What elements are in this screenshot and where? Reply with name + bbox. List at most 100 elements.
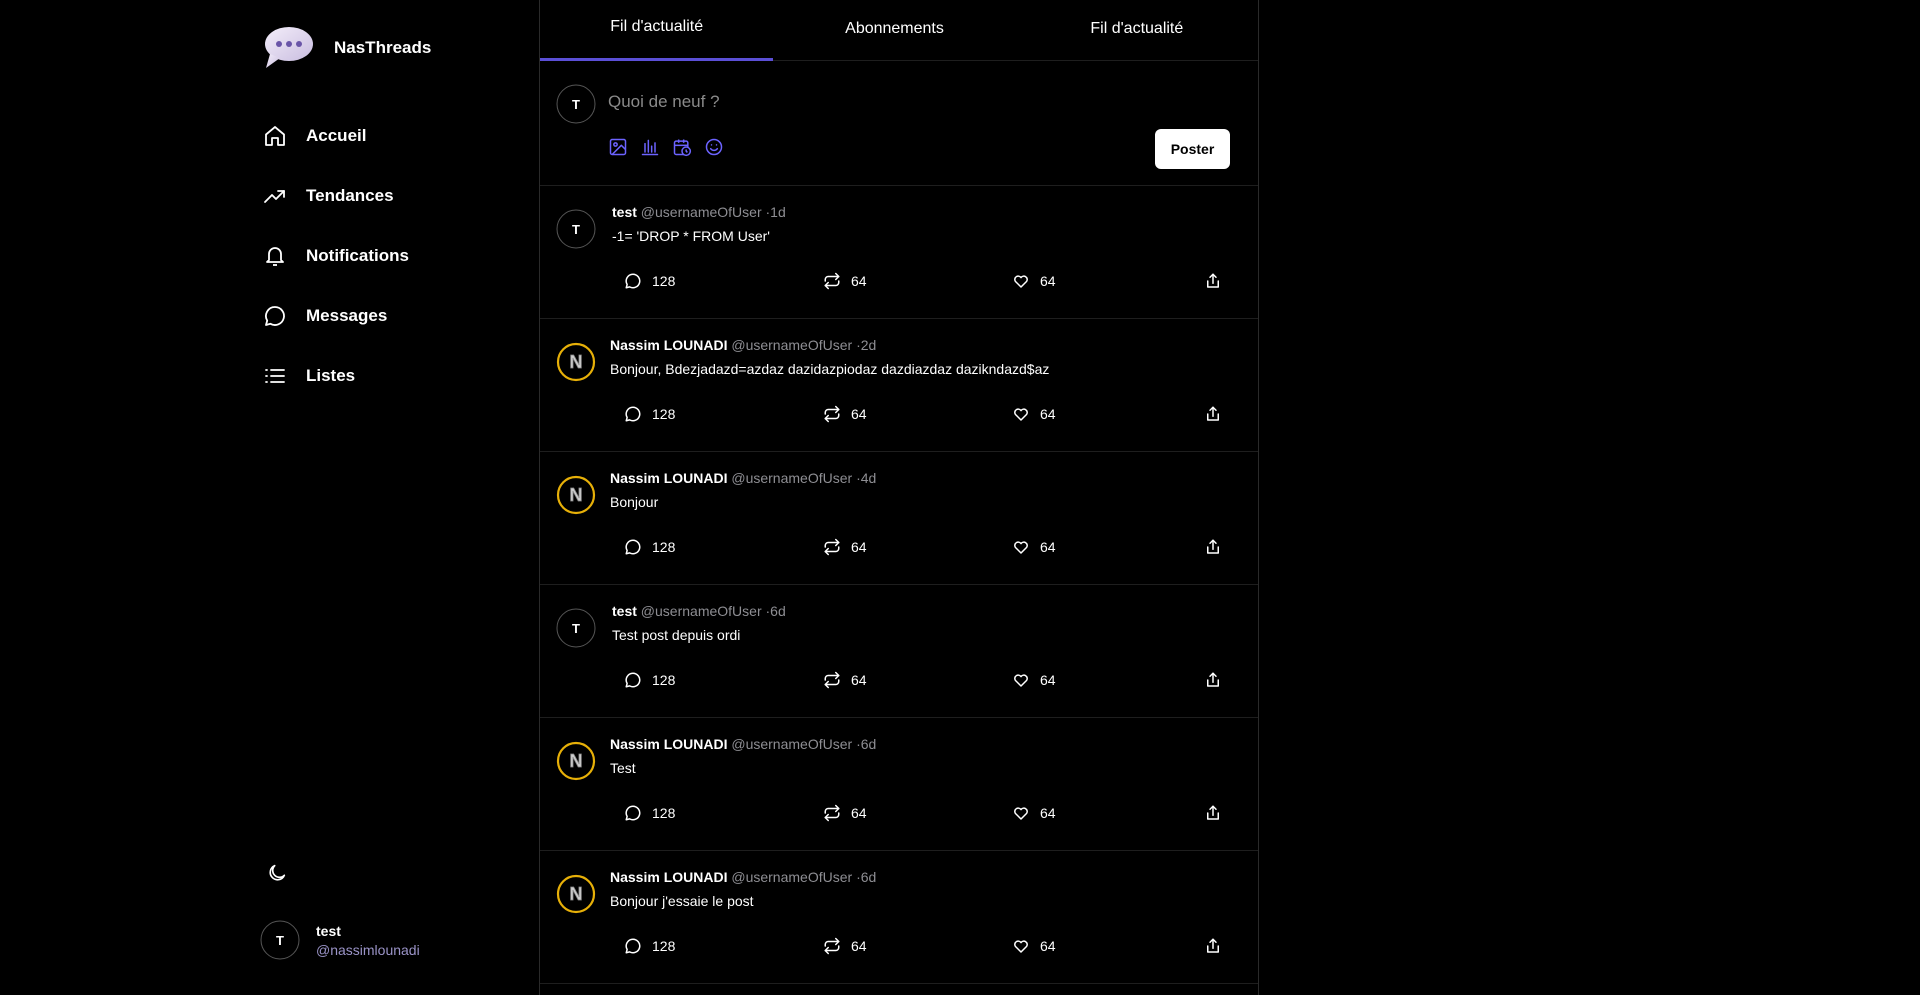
post-composer: T Quoi de neuf ? Poster: [540, 61, 1258, 186]
like-count: 64: [1040, 938, 1056, 954]
like-button[interactable]: 64: [1012, 937, 1056, 955]
repost-button[interactable]: 64: [823, 804, 867, 822]
sidebar-item-listes[interactable]: Listes: [262, 346, 409, 406]
repost-count: 64: [851, 273, 867, 289]
reply-count: 128: [652, 406, 676, 422]
feed-tabs: Fil d'actualité Abonnements Fil d'actual…: [540, 0, 1258, 61]
svg-text:T: T: [572, 222, 580, 237]
reply-button[interactable]: 128: [624, 405, 675, 423]
avatar[interactable]: N: [556, 874, 596, 914]
share-button[interactable]: [1204, 671, 1222, 689]
share-button[interactable]: [1204, 804, 1222, 822]
user-handle: @nassimlounadi: [316, 941, 420, 958]
share-button[interactable]: [1204, 405, 1222, 423]
post-header: test @usernameOfUser ·1d: [612, 204, 786, 220]
post-item[interactable]: N Nassim LOUNADI @usernameOfUser ·6d Bon…: [540, 851, 1258, 984]
share-button[interactable]: [1204, 538, 1222, 556]
sidebar-item-tendances[interactable]: Tendances: [262, 166, 409, 226]
like-button[interactable]: 64: [1012, 538, 1056, 556]
image-icon[interactable]: [608, 137, 629, 158]
repost-button[interactable]: 64: [823, 405, 867, 423]
composer-tools: [608, 137, 725, 158]
author-handle[interactable]: @usernameOfUser: [641, 204, 766, 220]
avatar[interactable]: T: [556, 608, 596, 648]
heart-icon: [1012, 804, 1030, 822]
post-item[interactable]: T test @usernameOfUser ·1d -1= 'DROP * F…: [540, 186, 1258, 319]
theme-toggle-button[interactable]: [266, 862, 292, 888]
reply-count: 128: [652, 938, 676, 954]
author-name[interactable]: Nassim LOUNADI: [610, 869, 727, 885]
compose-input[interactable]: [608, 85, 1128, 119]
home-icon: [262, 123, 288, 149]
post-item[interactable]: N Nassim LOUNADI @usernameOfUser ·6d Tes…: [540, 718, 1258, 851]
author-handle[interactable]: @usernameOfUser: [731, 337, 856, 353]
repost-button[interactable]: 64: [823, 272, 867, 290]
author-name[interactable]: test: [612, 603, 637, 619]
like-button[interactable]: 64: [1012, 272, 1056, 290]
list-icon: [262, 363, 288, 389]
like-button[interactable]: 64: [1012, 405, 1056, 423]
author-name[interactable]: Nassim LOUNADI: [610, 337, 727, 353]
tab-fil-actualite-2[interactable]: Fil d'actualité: [1016, 0, 1258, 60]
avatar[interactable]: T: [556, 209, 596, 249]
current-user-card[interactable]: T test @nassimlounadi: [260, 920, 420, 960]
avatar[interactable]: N: [556, 475, 596, 515]
author-handle[interactable]: @usernameOfUser: [731, 470, 856, 486]
like-button[interactable]: 64: [1012, 671, 1056, 689]
post-item[interactable]: T test @usernameOfUser ·6d Test post dep…: [540, 585, 1258, 718]
avatar[interactable]: N: [556, 342, 596, 382]
post-text: Test post depuis ordi: [612, 627, 741, 643]
poll-icon[interactable]: [640, 137, 661, 158]
comment-icon: [624, 671, 642, 689]
svg-text:T: T: [572, 97, 580, 112]
post-item[interactable]: N Nassim LOUNADI @usernameOfUser ·2d Bon…: [540, 319, 1258, 452]
tab-fil-actualite[interactable]: Fil d'actualité: [540, 0, 774, 61]
repost-count: 64: [851, 938, 867, 954]
brand[interactable]: NasThreads: [262, 26, 431, 70]
emoji-icon[interactable]: [704, 137, 725, 158]
comment-icon: [624, 272, 642, 290]
reply-button[interactable]: 128: [624, 671, 675, 689]
reply-button[interactable]: 128: [624, 272, 675, 290]
bell-icon: [262, 243, 288, 269]
comment-icon: [624, 405, 642, 423]
like-button[interactable]: 64: [1012, 804, 1056, 822]
share-button[interactable]: [1204, 272, 1222, 290]
author-handle[interactable]: @usernameOfUser: [731, 869, 856, 885]
author-handle[interactable]: @usernameOfUser: [731, 736, 856, 752]
author-name[interactable]: Nassim LOUNADI: [610, 470, 727, 486]
author-name[interactable]: test: [612, 204, 637, 220]
reply-count: 128: [652, 273, 676, 289]
post-time: 1d: [770, 204, 786, 220]
like-count: 64: [1040, 406, 1056, 422]
message-icon: [262, 303, 288, 329]
author-name[interactable]: Nassim LOUNADI: [610, 736, 727, 752]
moon-icon: [266, 862, 292, 884]
post-actions: 128 64 64: [540, 272, 1258, 296]
schedule-icon[interactable]: [672, 137, 693, 158]
post-actions: 128 64 64: [540, 804, 1258, 828]
reply-button[interactable]: 128: [624, 937, 675, 955]
sidebar-item-notifications[interactable]: Notifications: [262, 226, 409, 286]
reply-button[interactable]: 128: [624, 804, 675, 822]
post-text: Bonjour: [610, 494, 659, 510]
author-handle[interactable]: @usernameOfUser: [641, 603, 766, 619]
repost-icon: [823, 538, 841, 556]
repost-button[interactable]: 64: [823, 937, 867, 955]
sidebar-item-messages[interactable]: Messages: [262, 286, 409, 346]
tab-abonnements[interactable]: Abonnements: [773, 0, 1015, 60]
share-button[interactable]: [1204, 937, 1222, 955]
svg-text:N: N: [570, 884, 583, 904]
comment-icon: [624, 538, 642, 556]
avatar[interactable]: N: [556, 741, 596, 781]
sidebar-item-accueil[interactable]: Accueil: [262, 106, 409, 166]
like-count: 64: [1040, 672, 1056, 688]
sidebar-item-label: Tendances: [306, 186, 394, 205]
repost-button[interactable]: 64: [823, 538, 867, 556]
share-icon: [1204, 671, 1222, 689]
chat-bubble-logo-icon: [262, 26, 314, 70]
repost-button[interactable]: 64: [823, 671, 867, 689]
post-button[interactable]: Poster: [1155, 129, 1230, 169]
reply-button[interactable]: 128: [624, 538, 675, 556]
post-item[interactable]: N Nassim LOUNADI @usernameOfUser ·4d Bon…: [540, 452, 1258, 585]
